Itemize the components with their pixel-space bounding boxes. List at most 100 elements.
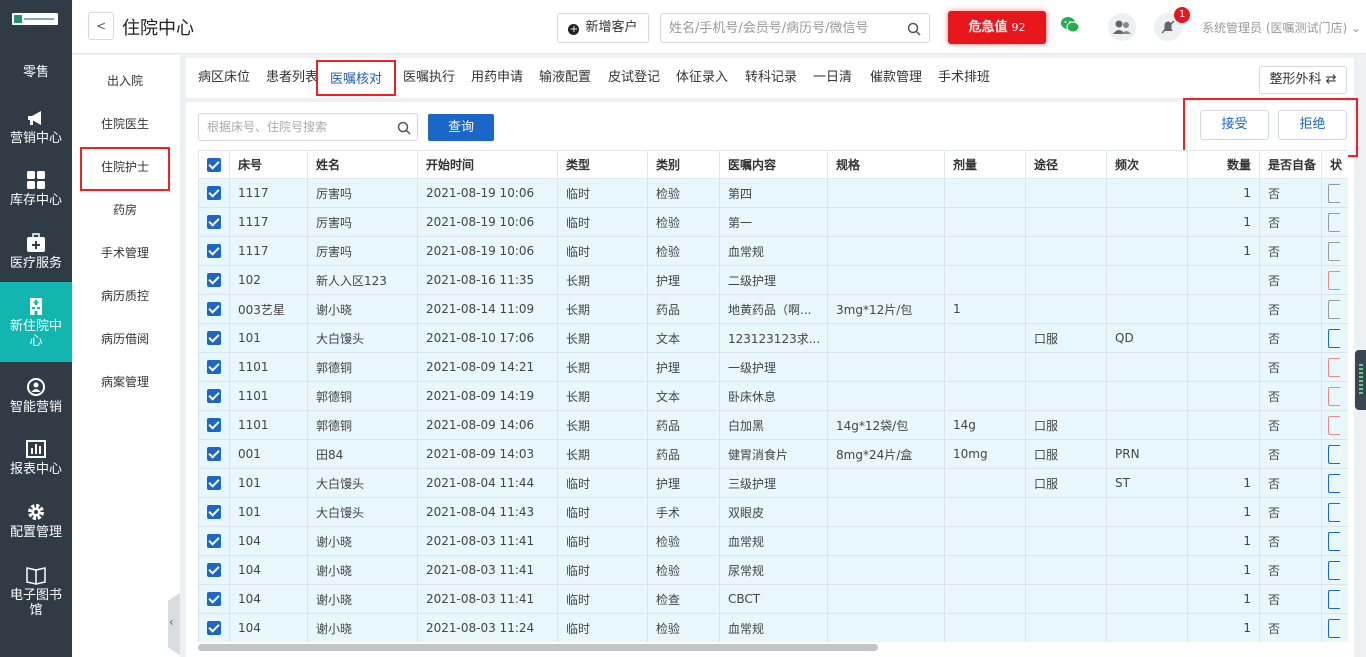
row-select-cell[interactable] xyxy=(198,526,230,556)
table-row[interactable]: 101 大白馒头 2021-08-04 11:43 临时 手术 双眼皮 1 否 xyxy=(198,497,1348,527)
row-checkbox[interactable] xyxy=(207,447,221,462)
accept-button[interactable]: 接受 xyxy=(1200,110,1269,140)
nav-item-2[interactable]: 库存中心 xyxy=(0,170,72,208)
status-tag[interactable] xyxy=(1328,473,1340,493)
table-row[interactable]: 1117 厉害吗 2021-08-19 10:06 临时 检验 第一 1 否 xyxy=(198,207,1348,237)
subnav-item-5[interactable]: 病历质控 xyxy=(80,276,170,316)
column-header[interactable]: 途径 xyxy=(1025,150,1107,179)
column-header[interactable]: 规格 xyxy=(827,150,945,179)
row-checkbox[interactable] xyxy=(207,389,221,404)
status-tag[interactable] xyxy=(1328,386,1340,406)
collapse-sidebar-handle[interactable]: ‹ xyxy=(168,593,180,655)
row-checkbox[interactable] xyxy=(207,592,221,607)
column-header[interactable]: 类型 xyxy=(557,150,648,179)
tab-3[interactable]: 医嘱执行 xyxy=(403,58,455,98)
table-row[interactable]: 104 谢小晓 2021-08-03 11:24 临时 检验 血常规 1 否 xyxy=(198,613,1348,642)
row-select-cell[interactable] xyxy=(198,555,230,585)
status-tag[interactable] xyxy=(1328,241,1340,261)
table-row[interactable]: 1117 厉害吗 2021-08-19 10:06 临时 检验 血常规 1 否 xyxy=(198,236,1348,266)
search-icon[interactable] xyxy=(397,120,411,139)
tab-8[interactable]: 转科记录 xyxy=(745,58,797,98)
user-menu[interactable]: 系统管理员 (医嘱测试门店) ⌄ xyxy=(1202,19,1361,36)
column-header[interactable]: 医嘱内容 xyxy=(719,150,828,179)
query-button[interactable]: 查询 xyxy=(428,114,494,141)
side-guide-handle[interactable] xyxy=(1355,350,1366,410)
nav-item-6[interactable]: 报表中心 xyxy=(0,439,72,477)
global-search-input[interactable] xyxy=(669,18,899,38)
nav-item-0[interactable]: 零售 xyxy=(0,65,72,80)
status-tag[interactable] xyxy=(1328,531,1340,551)
row-select-cell[interactable] xyxy=(198,381,230,411)
table-row[interactable]: 1101 郭德铜 2021-08-09 14:21 长期 护理 一级护理 否 xyxy=(198,352,1348,382)
nav-item-3[interactable]: 医疗服务 xyxy=(0,233,72,271)
status-tag[interactable] xyxy=(1328,502,1340,522)
row-checkbox[interactable] xyxy=(207,215,221,230)
tab-6[interactable]: 皮试登记 xyxy=(608,58,660,98)
search-icon[interactable] xyxy=(907,21,921,40)
row-select-cell[interactable] xyxy=(198,410,230,440)
row-select-cell[interactable] xyxy=(198,352,230,382)
row-checkbox[interactable] xyxy=(207,360,221,375)
table-row[interactable]: 1101 郭德铜 2021-08-09 14:19 长期 文本 卧床休息 否 xyxy=(198,381,1348,411)
subnav-item-7[interactable]: 病案管理 xyxy=(80,362,170,402)
add-customer-button[interactable]: + 新增客户 xyxy=(557,13,649,43)
table-row[interactable]: 1117 厉害吗 2021-08-19 10:06 临时 检验 第四 1 否 xyxy=(198,178,1348,208)
table-row[interactable]: 001 田84 2021-08-09 14:03 长期 药品 健胃消食片 8mg*24片/盒… xyxy=(198,439,1348,469)
status-tag[interactable] xyxy=(1328,618,1340,638)
tab-2[interactable]: 医嘱核对 xyxy=(316,60,397,96)
row-checkbox[interactable] xyxy=(207,302,221,317)
column-header[interactable]: 状 xyxy=(1321,150,1348,179)
row-checkbox[interactable] xyxy=(207,476,221,491)
table-row[interactable]: 101 大白馒头 2021-08-04 11:44 临时 护理 三级护理 口服 ST 1 否 xyxy=(198,468,1348,498)
row-select-cell[interactable] xyxy=(198,207,230,237)
table-row[interactable]: 104 谢小晓 2021-08-03 11:41 临时 检查 CBCT 1 否 xyxy=(198,584,1348,614)
row-checkbox[interactable] xyxy=(207,186,221,201)
tab-11[interactable]: 手术排班 xyxy=(938,58,990,98)
table-row[interactable]: 101 大白馒头 2021-08-10 17:06 长期 文本 123123123求...… xyxy=(198,323,1348,353)
column-header[interactable]: 剂量 xyxy=(944,150,1026,179)
table-row[interactable]: 102 新人入区123 2021-08-16 11:35 长期 护理 二级护理 否 xyxy=(198,265,1348,295)
horizontal-scrollbar[interactable] xyxy=(198,644,878,651)
row-checkbox[interactable] xyxy=(207,418,221,433)
row-checkbox[interactable] xyxy=(207,331,221,346)
status-tag[interactable] xyxy=(1328,560,1340,580)
row-select-cell[interactable] xyxy=(198,613,230,642)
tab-1[interactable]: 患者列表 xyxy=(266,58,318,98)
column-header[interactable]: 姓名 xyxy=(307,150,418,179)
row-select-cell[interactable] xyxy=(198,178,230,208)
row-select-cell[interactable] xyxy=(198,236,230,266)
status-tag[interactable] xyxy=(1328,444,1340,464)
row-select-cell[interactable] xyxy=(198,468,230,498)
tab-4[interactable]: 用药申请 xyxy=(471,58,523,98)
nav-item-7[interactable]: 配置管理 xyxy=(0,502,72,540)
subnav-item-4[interactable]: 手术管理 xyxy=(80,233,170,273)
status-tag[interactable] xyxy=(1328,589,1340,609)
subnav-item-6[interactable]: 病历借阅 xyxy=(80,319,170,359)
column-header[interactable]: 是否自备 xyxy=(1259,150,1322,179)
row-select-cell[interactable] xyxy=(198,439,230,469)
wechat-icon[interactable] xyxy=(1060,16,1080,38)
department-switch-button[interactable]: 整形外科 ⇄ xyxy=(1259,66,1347,94)
nav-item-4[interactable]: 新住院中心 xyxy=(0,282,72,362)
table-row[interactable]: 1101 郭德铜 2021-08-09 14:06 长期 药品 白加黑 14g*12袋/包 1… xyxy=(198,410,1348,440)
status-tag[interactable] xyxy=(1328,212,1340,232)
column-header[interactable]: 开始时间 xyxy=(417,150,558,179)
status-tag[interactable] xyxy=(1328,183,1340,203)
tab-5[interactable]: 输液配置 xyxy=(539,58,591,98)
table-row[interactable]: 104 谢小晓 2021-08-03 11:41 临时 检验 血常规 1 否 xyxy=(198,526,1348,556)
row-checkbox[interactable] xyxy=(207,563,221,578)
nav-item-1[interactable]: 营销中心 xyxy=(0,108,72,146)
row-checkbox[interactable] xyxy=(207,244,221,259)
tab-9[interactable]: 一日清 xyxy=(813,58,852,98)
reject-button[interactable]: 拒绝 xyxy=(1278,110,1347,140)
row-checkbox[interactable] xyxy=(207,621,221,636)
status-tag[interactable] xyxy=(1328,270,1340,290)
tab-10[interactable]: 催款管理 xyxy=(870,58,922,98)
tab-7[interactable]: 体征录入 xyxy=(676,58,728,98)
table-row[interactable]: 104 谢小晓 2021-08-03 11:41 临时 检验 尿常规 1 否 xyxy=(198,555,1348,585)
back-button[interactable]: < xyxy=(88,12,114,40)
column-header[interactable]: 数量 xyxy=(1187,150,1260,179)
nav-item-5[interactable]: 智能营销 xyxy=(0,377,72,415)
row-select-cell[interactable] xyxy=(198,497,230,527)
status-tag[interactable] xyxy=(1328,299,1340,319)
